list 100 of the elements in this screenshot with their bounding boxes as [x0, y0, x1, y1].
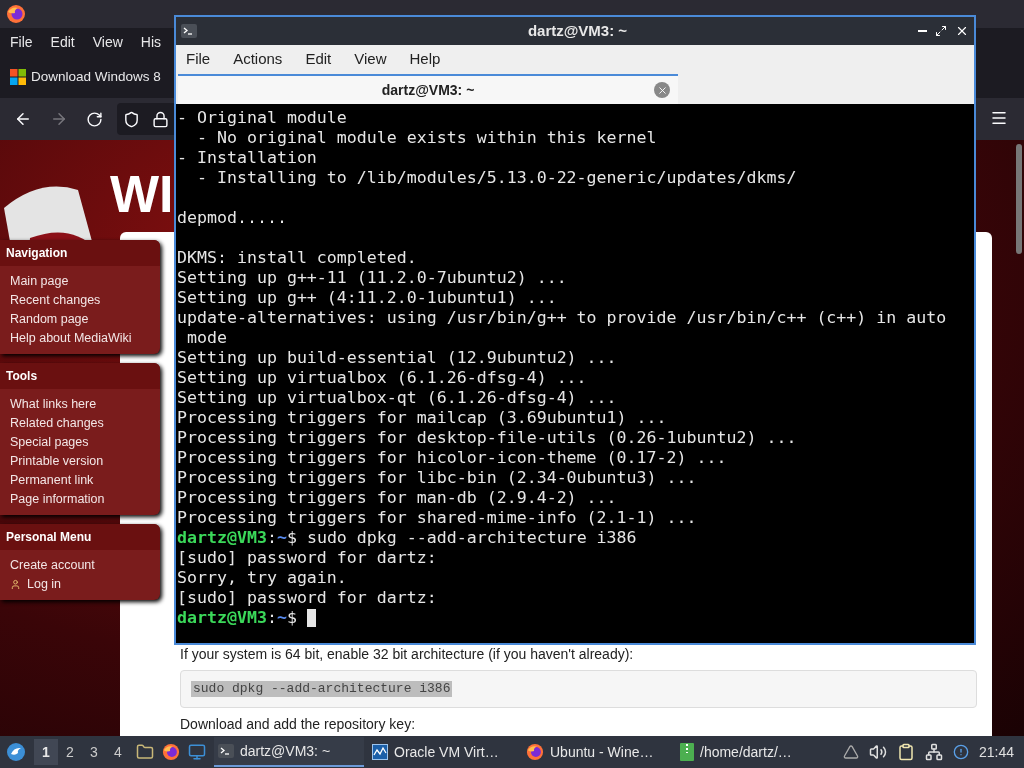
user-icon	[10, 579, 21, 590]
volume-icon[interactable]	[868, 743, 887, 761]
task-button[interactable]: Ubuntu - Wine…	[522, 737, 672, 767]
menu-item[interactable]: His	[140, 31, 161, 53]
output-line: Setting up g++-11 (11.2.0-7ubuntu2) ...	[177, 268, 568, 288]
task-button[interactable]: dartz@VM3: ~	[214, 737, 364, 767]
output-line: Processing triggers for man-db (2.9.4-2) ...	[177, 488, 618, 508]
sidebar-link[interactable]: Create account	[10, 556, 160, 575]
prompt-separator: :	[266, 608, 277, 628]
panel-title: Navigation	[0, 240, 160, 266]
menu-item[interactable]: File	[10, 31, 33, 53]
terminal-icon	[218, 744, 234, 758]
window-title: dartz@VM3: ~	[527, 20, 628, 41]
prompt-user: dartz@VM3	[177, 528, 267, 548]
close-icon	[656, 84, 668, 96]
minimize-icon	[918, 30, 927, 32]
output-line: - Original module	[177, 108, 348, 128]
output-line: [sudo] password for dartz:	[177, 548, 438, 568]
clock[interactable]: 21:44	[978, 741, 1014, 763]
paragraph: Download and add the repository key:	[180, 716, 417, 732]
sidebar-link[interactable]: Help about MediaWiki	[10, 329, 160, 348]
menu-item[interactable]: Help	[409, 47, 441, 71]
sidebar-link[interactable]: Special pages	[10, 433, 160, 452]
triangle-icon[interactable]	[842, 744, 859, 760]
output-line: Setting up virtualbox (6.1.26-dfsg-4) ...	[177, 368, 588, 388]
archive-icon	[680, 743, 694, 761]
sidebar-link[interactable]: Printable version	[10, 452, 160, 471]
close-icon	[955, 24, 969, 38]
output-line: mode	[186, 328, 228, 348]
maximize-button[interactable]	[935, 25, 947, 37]
output-line: depmod.....	[177, 208, 288, 228]
tab-close-button[interactable]	[654, 82, 670, 98]
menu-item[interactable]: Edit	[50, 31, 75, 53]
firefox-icon	[526, 743, 544, 761]
lock-icon	[152, 110, 169, 128]
output-line: update-alternatives: using /usr/bin/g++ to provide /usr/bin/c++ (c++) in auto	[177, 308, 948, 328]
sidebar-link[interactable]: Log in	[10, 575, 160, 594]
paragraph: If your system is 64 bit, enable 32 bit architecture (if you haven't already):	[180, 646, 635, 662]
sidebar-link[interactable]: Main page	[10, 272, 160, 291]
terminal-tab[interactable]: dartz@VM3: ~	[178, 74, 678, 104]
back-button[interactable]	[14, 110, 32, 128]
windows-logo-icon	[10, 69, 26, 85]
clipboard-icon[interactable]	[896, 743, 915, 761]
shield-icon	[123, 110, 140, 128]
reload-button[interactable]	[86, 110, 103, 128]
sidebar-link[interactable]: Permanent link	[10, 471, 160, 490]
output-line: Processing triggers for libc-bin (2.34-0ubuntu3) ...	[177, 468, 698, 488]
desktop-icon[interactable]	[188, 743, 206, 761]
code-text: sudo dpkg --add-architecture i386	[191, 681, 453, 697]
notification-icon[interactable]	[952, 744, 969, 760]
workspace-button[interactable]: 3	[82, 739, 106, 765]
maximize-icon	[935, 25, 947, 37]
output-line: [sudo] password for dartz:	[177, 588, 438, 608]
output-line: Processing triggers for shared-mime-info (2.1-1) ...	[177, 508, 698, 528]
sidebar-link[interactable]: Related changes	[10, 414, 160, 433]
workspace-button[interactable]: 1	[34, 739, 58, 765]
window-icon	[181, 24, 197, 38]
address-bar[interactable]	[117, 103, 177, 135]
output-line: DKMS: install completed.	[177, 248, 418, 268]
firefox-icon	[6, 4, 26, 24]
sidebar-link[interactable]: Random page	[10, 310, 160, 329]
sidebar-link[interactable]: What links here	[10, 395, 160, 414]
menu-item[interactable]: View	[92, 31, 123, 53]
wiki-logo-text: WI	[110, 168, 174, 220]
command-text: $	[286, 608, 298, 628]
workspace-button[interactable]: 2	[58, 739, 82, 765]
panel-title: Personal Menu	[0, 524, 160, 550]
folder-icon[interactable]	[136, 743, 154, 761]
menu-item[interactable]: Edit	[305, 47, 332, 71]
output-line: Processing triggers for hicolor-icon-theme (0.17-2) ...	[177, 448, 728, 468]
output-line: Sorry, try again.	[177, 568, 348, 588]
output-line: - No original module exists within this kernel	[195, 128, 658, 148]
task-button[interactable]: Oracle VM Virt…	[368, 737, 518, 767]
sidebar-link[interactable]: Page information	[10, 490, 160, 509]
task-button[interactable]: /home/dartz/…	[676, 737, 826, 767]
menu-item[interactable]: File	[186, 47, 211, 71]
browser-tab[interactable]: Download Windows 8	[10, 66, 161, 88]
firefox-icon[interactable]	[162, 743, 180, 761]
prompt-user: dartz@VM3	[177, 608, 267, 628]
prompt-path: ~	[276, 608, 287, 628]
output-line: Setting up g++ (4:11.2.0-1ubuntu1) ...	[177, 288, 558, 308]
menu-button[interactable]	[990, 109, 1008, 127]
prompt-separator: :	[266, 528, 277, 548]
menu-item[interactable]: View	[354, 47, 387, 71]
forward-button[interactable]	[50, 110, 68, 128]
prompt-path: ~	[276, 528, 287, 548]
bird-logo-icon[interactable]	[6, 742, 26, 762]
workspace-button[interactable]: 4	[106, 739, 130, 765]
chart-icon	[372, 744, 388, 760]
network-icon[interactable]	[924, 743, 943, 761]
panel-title: Tools	[0, 363, 160, 389]
output-line: - Installation	[177, 148, 318, 168]
output-line: Setting up virtualbox-qt (6.1.26-dfsg-4) ...	[177, 388, 618, 408]
command-text: $ sudo dpkg --add-architecture i386	[286, 528, 637, 548]
sidebar-link[interactable]: Recent changes	[10, 291, 160, 310]
output-line: Setting up build-essential (12.9ubuntu2) ...	[177, 348, 618, 368]
menu-item[interactable]: Actions	[233, 47, 283, 71]
output-line: - Installing to /lib/modules/5.13.0-22-generic/updates/dkms/	[195, 168, 798, 188]
output-line: Processing triggers for mailcap (3.69ubuntu1) ...	[177, 408, 668, 428]
close-button[interactable]	[955, 24, 969, 38]
